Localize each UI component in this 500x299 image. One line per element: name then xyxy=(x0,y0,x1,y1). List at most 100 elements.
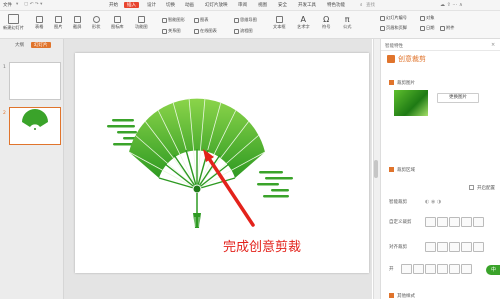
mind-map-button[interactable]: 思维导图 xyxy=(234,17,257,23)
position-option[interactable] xyxy=(461,264,472,274)
slide-number: 1 xyxy=(3,65,6,70)
crop-option[interactable] xyxy=(449,217,460,227)
menu-view[interactable]: 视图 xyxy=(258,2,267,8)
quick-access-icons[interactable]: ▢ ↶ ↷ ▾ xyxy=(24,2,42,7)
crop-image-preview xyxy=(394,90,428,116)
art-text-icon: A xyxy=(300,15,307,24)
textbox-button[interactable]: 文本框 xyxy=(273,16,286,30)
screenshot-button[interactable]: 截屏 xyxy=(73,16,81,30)
table-button[interactable]: 表格 xyxy=(35,16,43,30)
menu-developer[interactable]: 开发工具 xyxy=(298,2,316,8)
textbox-icon xyxy=(275,16,283,23)
area-icon xyxy=(389,167,394,172)
menu-file[interactable]: 文件 xyxy=(3,2,12,8)
align-option[interactable] xyxy=(449,242,460,252)
flowchart-button[interactable]: 流程图 xyxy=(234,28,253,34)
smart-crop-label: 智能裁剪 xyxy=(389,200,407,205)
menu-special[interactable]: 特色功能 xyxy=(327,2,345,8)
menu-design[interactable]: 设计 xyxy=(147,2,156,8)
position-option[interactable] xyxy=(437,264,448,274)
shape-button[interactable]: 形状 xyxy=(92,16,100,30)
picture-icon xyxy=(54,16,62,23)
search-icon[interactable]: ⌕ xyxy=(360,2,363,8)
scissors-icon xyxy=(73,16,81,23)
slide-number: 2 xyxy=(3,111,6,116)
online-diagram-button[interactable]: 在线图表 xyxy=(194,28,217,34)
open-mode-checkbox[interactable] xyxy=(469,185,474,190)
formula-button[interactable]: π 公式 xyxy=(343,16,351,30)
shape-icon xyxy=(92,16,100,23)
align-option[interactable] xyxy=(473,242,484,252)
tab-outline[interactable]: 大纲 xyxy=(12,42,27,48)
position-option[interactable] xyxy=(413,264,424,274)
picture-button[interactable]: 图片 xyxy=(54,16,62,30)
position-option[interactable] xyxy=(449,264,460,274)
start-label: 开 xyxy=(389,267,394,272)
icon-library-button[interactable]: 图标库 xyxy=(111,16,124,30)
header-footer-button[interactable]: 页眉和页脚 xyxy=(380,25,407,31)
zoom-badge[interactable]: 中 xyxy=(486,265,500,275)
scrollbar-thumb[interactable] xyxy=(374,160,378,178)
align-option[interactable] xyxy=(425,242,436,252)
position-option[interactable] xyxy=(425,264,436,274)
change-image-button[interactable]: 更换图片 xyxy=(437,93,479,103)
slide-thumbnail-1[interactable] xyxy=(9,62,61,100)
new-slide-button[interactable]: 新建幻灯片 xyxy=(3,14,24,31)
decorative-stripes-right xyxy=(257,171,293,198)
align-option[interactable] xyxy=(461,242,472,252)
chart-button[interactable]: 图表 xyxy=(194,17,208,23)
crop-option[interactable] xyxy=(425,217,436,227)
menu-home[interactable]: 开始 xyxy=(109,2,118,8)
crop-option[interactable] xyxy=(473,217,484,227)
tab-slides[interactable]: 幻灯片 xyxy=(31,42,51,48)
mind-map-icon xyxy=(234,17,239,23)
menu-review[interactable]: 审阅 xyxy=(238,2,247,8)
smart-graphic-button[interactable]: 智能图形 xyxy=(162,17,185,23)
close-icon[interactable]: × xyxy=(491,42,495,48)
new-slide-icon xyxy=(7,14,19,24)
fan-image[interactable] xyxy=(75,53,369,273)
window-controls[interactable]: ☁ ⇪ ⋯ ∧ xyxy=(440,2,463,8)
icon-library-icon xyxy=(113,16,121,23)
crop-icon xyxy=(387,55,395,63)
align-option[interactable] xyxy=(437,242,448,252)
menu-animation[interactable]: 动画 xyxy=(185,2,194,8)
smart-crop-options[interactable]: ◐ ◉ ◑ xyxy=(425,199,441,205)
symbol-button[interactable]: Ω 符号 xyxy=(322,16,330,30)
function-chart-icon xyxy=(137,16,145,23)
online-diagram-icon xyxy=(194,28,199,34)
function-chart-button[interactable]: 功能图 xyxy=(135,16,148,30)
crop-option[interactable] xyxy=(437,217,448,227)
menu-slideshow[interactable]: 幻灯片放映 xyxy=(205,2,228,8)
attachment-button[interactable]: 附件 xyxy=(440,25,454,31)
crop-image-label: 裁剪图片 xyxy=(397,81,415,86)
fan-pivot xyxy=(192,184,202,194)
pi-icon: π xyxy=(344,15,350,24)
art-text-button[interactable]: A 艺术字 xyxy=(297,16,310,30)
image-icon xyxy=(389,80,394,85)
smart-graphic-icon xyxy=(162,17,167,23)
menu-bar: 文件 ▾ ▢ ↶ ↷ ▾ 开始 插入 设计 切换 动画 幻灯片放映 审阅 视图 … xyxy=(0,0,500,11)
chevron-down-icon[interactable]: ▾ xyxy=(16,2,18,7)
custom-crop-label: 自定义裁剪 xyxy=(389,220,412,225)
menu-security[interactable]: 安全 xyxy=(278,2,287,8)
flowchart-icon xyxy=(234,28,239,34)
fan-thumbnail-image xyxy=(22,109,48,130)
menu-insert[interactable]: 插入 xyxy=(124,1,139,8)
slides-panel: 大纲 幻灯片 1 2 xyxy=(0,39,64,299)
date-button[interactable]: 日期 xyxy=(420,25,434,31)
divider xyxy=(381,50,500,51)
slide-number-button[interactable]: 幻灯片编号 xyxy=(380,15,407,21)
slide[interactable]: 完成创意剪裁 xyxy=(75,53,369,273)
crop-option[interactable] xyxy=(461,217,472,227)
ribbon-toolbar: 新建幻灯片 表格 图片 截屏 形状 图标库 功能图 智能图形 图表 关系图 在线… xyxy=(0,11,500,39)
slide-thumbnail-2[interactable] xyxy=(9,107,61,145)
search-input[interactable]: 查找 xyxy=(366,2,375,8)
relation-icon xyxy=(162,28,167,34)
relation-button[interactable]: 关系图 xyxy=(162,28,181,34)
position-option[interactable] xyxy=(401,264,412,274)
slide-number-icon xyxy=(380,15,385,21)
object-button[interactable]: 对象 xyxy=(420,15,434,21)
menu-transition[interactable]: 切换 xyxy=(166,2,175,8)
calendar-icon xyxy=(420,25,425,31)
